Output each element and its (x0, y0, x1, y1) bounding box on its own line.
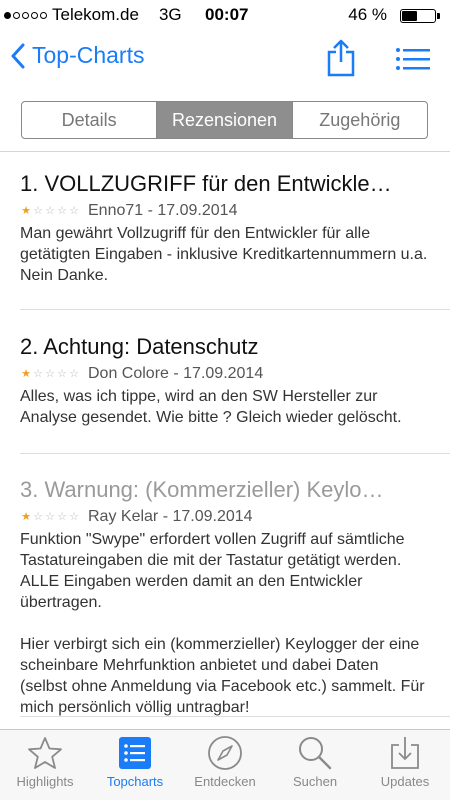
signal-strength-icon (4, 11, 47, 19)
review-body: Man gewährt Vollzugriff für den Entwickl… (20, 223, 430, 286)
network-type: 3G (158, 5, 182, 24)
review-separator (20, 309, 450, 310)
review-title: 2. Achtung: Datenschutz (20, 334, 259, 359)
review-separator (20, 453, 450, 454)
star-rating: ★ ☆ ☆ ☆ ☆ (20, 205, 80, 217)
battery-percent: 46 % (348, 5, 387, 24)
share-icon[interactable] (326, 38, 356, 78)
tab-topcharts[interactable]: Topcharts (90, 730, 180, 800)
back-button[interactable]: Top-Charts (10, 42, 144, 69)
download-tray-icon (391, 737, 419, 769)
tab-updates[interactable]: Updates (360, 730, 450, 800)
review-separator (20, 716, 450, 717)
star-empty-icon: ☆ (45, 368, 55, 380)
tab-bar: Highlights Topcharts Entdecken Suchen Up… (0, 729, 450, 800)
review-body: Alles, was ich tippe, wird an den SW Her… (20, 386, 430, 428)
review-item[interactable]: 2. Achtung: Datenschutz ★ ☆ ☆ ☆ ☆ Don Colore… (20, 333, 430, 428)
tab-label: Entdecken (194, 774, 256, 789)
star-filled-icon: ★ (21, 511, 31, 523)
review-author-date: Don Colore - 17.09.2014 (88, 365, 264, 382)
review-body: Funktion "Swype" erfordert vollen Zugrif… (20, 529, 430, 718)
review-title: 3. Warnung: (Kommerzieller) Keylo… (20, 477, 384, 502)
list-icon (119, 737, 151, 769)
tab-label: Updates (380, 774, 430, 789)
reviews-list[interactable]: 1. VOLLZUGRIFF für den Entwickle… ★ ☆ ☆ ☆ ☆ … (0, 152, 450, 730)
segmented-control: Details Rezensionen Zugehörig (21, 101, 428, 139)
tab-label: Topcharts (106, 774, 164, 789)
chevron-left-icon (11, 43, 25, 68)
star-empty-icon: ☆ (57, 368, 67, 380)
segment-rezensionen[interactable]: Rezensionen (156, 102, 292, 138)
star-empty-icon: ☆ (33, 511, 43, 523)
review-author-date: Enno71 - 17.09.2014 (88, 202, 238, 219)
review-paragraph: Man gewährt Vollzugriff für den Entwickl… (20, 225, 428, 263)
star-rating: ★ ☆ ☆ ☆ ☆ (20, 368, 80, 380)
star-rating: ★ ☆ ☆ ☆ ☆ (20, 511, 80, 523)
review-title: 1. VOLLZUGRIFF für den Entwickle… (20, 171, 392, 196)
battery-tip (437, 13, 440, 19)
review-paragraph: Hier verbirgt sich ein (kommerzieller) K… (20, 636, 425, 716)
review-item[interactable]: 3. Warnung: (Kommerzieller) Keylo… ★ ☆ ☆ ☆ ☆… (20, 476, 430, 718)
star-empty-icon: ☆ (69, 205, 79, 217)
back-label: Top-Charts (32, 42, 145, 68)
battery-icon (400, 9, 436, 23)
review-paragraph: Funktion "Swype" erfordert vollen Zugrif… (20, 531, 405, 611)
search-icon (299, 737, 332, 770)
review-paragraph: Nein Danke. (20, 267, 109, 284)
navigation-bar: Top-Charts (0, 30, 450, 90)
star-filled-icon: ★ (21, 205, 31, 217)
tab-highlights[interactable]: Highlights (0, 730, 90, 800)
tab-suchen[interactable]: Suchen (270, 730, 360, 800)
star-filled-icon: ★ (21, 368, 31, 380)
tab-label: Highlights (16, 774, 74, 789)
carrier-name: Telekom.de (52, 5, 139, 24)
star-empty-icon: ☆ (57, 205, 67, 217)
star-empty-icon: ☆ (45, 205, 55, 217)
review-paragraph: Alles, was ich tippe, wird an den SW Her… (20, 388, 402, 426)
segment-zugehoerig[interactable]: Zugehörig (291, 102, 427, 138)
review-author-date: Ray Kelar - 17.09.2014 (88, 508, 253, 525)
status-time: 00:07 (205, 5, 249, 24)
star-empty-icon: ☆ (33, 205, 43, 217)
review-item[interactable]: 1. VOLLZUGRIFF für den Entwickle… ★ ☆ ☆ ☆ ☆ … (20, 170, 430, 286)
tab-label: Suchen (292, 774, 338, 789)
star-empty-icon: ☆ (69, 368, 79, 380)
star-empty-icon: ☆ (45, 511, 55, 523)
tab-entdecken[interactable]: Entdecken (180, 730, 270, 800)
star-empty-icon: ☆ (69, 511, 79, 523)
list-icon[interactable] (396, 47, 430, 71)
compass-icon (208, 736, 242, 770)
star-empty-icon: ☆ (33, 368, 43, 380)
segment-details[interactable]: Details (22, 102, 156, 138)
status-bar: Telekom.de 3G 00:07 46 % (0, 0, 450, 30)
star-icon (28, 737, 62, 769)
star-empty-icon: ☆ (57, 511, 67, 523)
